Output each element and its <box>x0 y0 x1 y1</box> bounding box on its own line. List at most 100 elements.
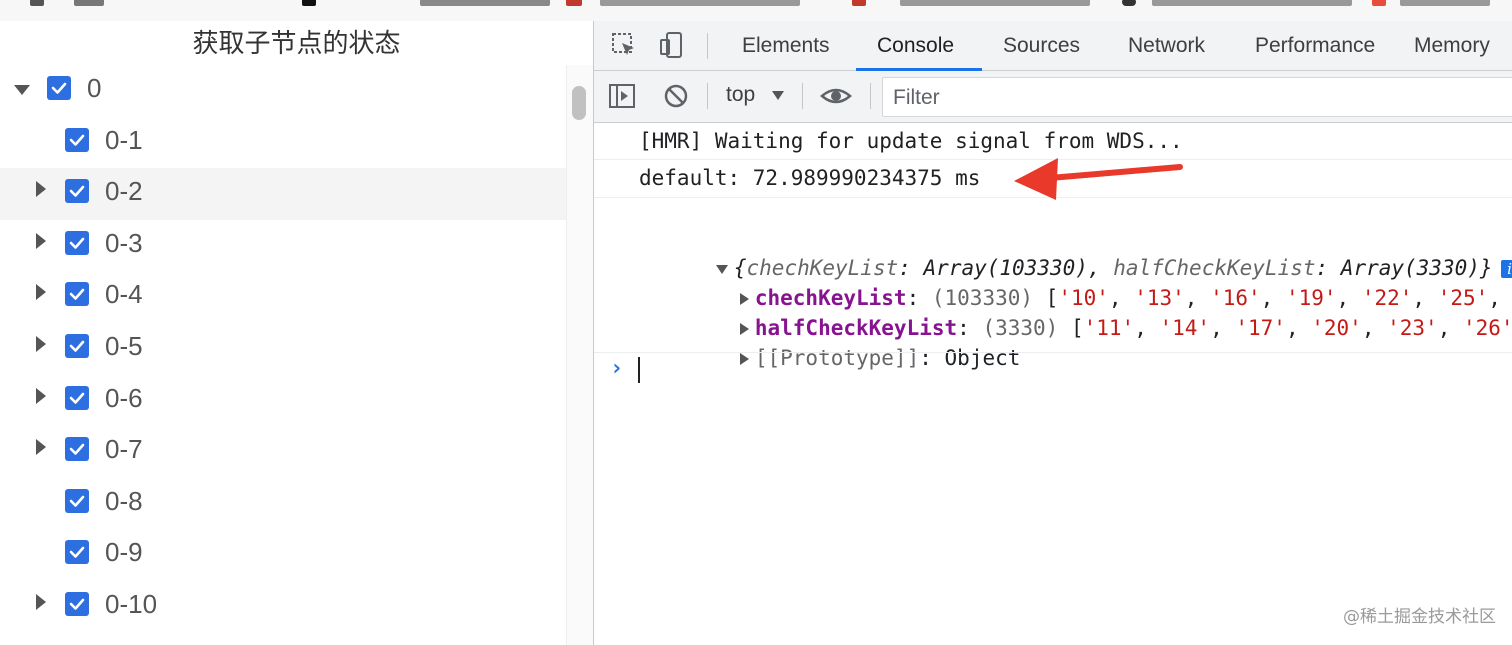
tree-node[interactable]: 0-3 <box>0 220 566 272</box>
browser-bookmarks-strip <box>0 0 1512 22</box>
tree-node[interactable]: 0 <box>0 65 566 117</box>
toolbar-divider <box>707 83 708 109</box>
filter-input[interactable] <box>891 84 1495 112</box>
tree-node[interactable]: 0-10 <box>0 581 566 633</box>
page-scrollbar-track[interactable] <box>566 65 593 645</box>
tree-node-label[interactable]: 0-10 <box>105 587 157 621</box>
check-icon <box>69 237 85 249</box>
node-checkbox[interactable] <box>65 179 89 204</box>
bookmark-fragment[interactable] <box>302 0 316 6</box>
tree-node[interactable]: 0-2 <box>0 168 566 221</box>
console-message-hmr: [HMR] Waiting for update signal from WDS… <box>639 129 1183 153</box>
caret-right-icon[interactable] <box>36 284 46 301</box>
node-checkbox[interactable] <box>47 76 71 100</box>
caret-right-icon[interactable] <box>36 232 46 249</box>
page-content: 获取子节点的状态 0 0-1 0-2 0-3 0-4 0-5 0-6 0-7 0-8 0-9 0-1… <box>0 21 593 645</box>
array-values: '11', '14', '17', '20', '23', '26' <box>1083 316 1512 340</box>
tree-node[interactable]: 0-6 <box>0 375 566 427</box>
array-value: '26' <box>1462 316 1512 340</box>
tab-network[interactable]: Network <box>1128 34 1205 58</box>
bookmark-fragment[interactable] <box>1122 0 1136 6</box>
bookmark-fragment[interactable] <box>566 0 582 6</box>
array-value: '17' <box>1235 316 1286 340</box>
tree-node-label[interactable]: 0-1 <box>105 123 143 157</box>
node-checkbox[interactable] <box>65 385 89 410</box>
tree-node[interactable]: 0-8 <box>0 478 566 530</box>
tree-node-label[interactable]: 0-4 <box>105 277 143 311</box>
check-icon <box>69 495 85 507</box>
console-prompt-chevron-icon: › <box>610 356 624 381</box>
array-value: '20' <box>1311 316 1362 340</box>
clear-console-icon[interactable] <box>662 82 690 110</box>
caret-right-icon[interactable] <box>36 594 46 610</box>
bookmark-fragment[interactable] <box>1400 0 1490 6</box>
tree-node[interactable]: 0-5 <box>0 323 566 375</box>
tab-elements[interactable]: Elements <box>742 34 830 58</box>
bookmark-fragment[interactable] <box>600 0 800 6</box>
bookmark-fragment[interactable] <box>420 0 550 6</box>
annotation-arrow-icon <box>1014 158 1183 200</box>
caret-right-icon[interactable] <box>36 439 46 456</box>
bookmark-fragment[interactable] <box>1152 0 1352 6</box>
array-value: '23' <box>1387 316 1438 340</box>
tree-node[interactable]: 0-4 <box>0 271 566 323</box>
tree-node-label[interactable]: 0-8 <box>105 484 143 518</box>
caret-right-icon[interactable] <box>36 387 46 404</box>
page-title: 获取子节点的状态 <box>192 28 401 58</box>
check-icon <box>69 340 85 352</box>
console-property-prototype[interactable]: [[Prototype]]: Object <box>664 322 1020 394</box>
tree-node-label[interactable]: 0-9 <box>105 535 143 569</box>
tree-node[interactable]: 0-7 <box>0 426 566 478</box>
tab-sources[interactable]: Sources <box>1003 34 1080 58</box>
console-message-timer: default: 72.989990234375 ms <box>639 166 981 190</box>
expand-caret-icon[interactable] <box>739 353 749 365</box>
devtools-panel: Elements Console Sources Network Perform… <box>593 21 1512 645</box>
toolbar-divider <box>870 83 871 109</box>
bookmark-fragment[interactable] <box>900 0 1090 6</box>
node-checkbox[interactable] <box>65 540 89 565</box>
tab-performance[interactable]: Performance <box>1255 34 1375 58</box>
tree-node-label[interactable]: 0-2 <box>105 174 143 208</box>
filter-box <box>882 77 1512 117</box>
node-checkbox[interactable] <box>65 230 89 255</box>
node-checkbox[interactable] <box>65 334 89 358</box>
node-checkbox[interactable] <box>65 488 89 513</box>
bookmark-fragment[interactable] <box>30 0 44 6</box>
tree-node-label[interactable]: 0-5 <box>105 329 143 363</box>
bookmark-fragment[interactable] <box>852 0 866 6</box>
check-icon <box>69 289 85 301</box>
check-icon <box>69 392 85 404</box>
tab-console[interactable]: Console <box>877 34 954 58</box>
check-icon <box>69 547 85 559</box>
device-toolbar-icon[interactable] <box>658 31 686 59</box>
chevron-down-icon[interactable] <box>772 91 784 100</box>
inspect-element-icon[interactable] <box>610 31 638 59</box>
check-icon <box>69 134 85 146</box>
node-checkbox[interactable] <box>65 437 89 462</box>
node-checkbox[interactable] <box>65 282 89 307</box>
node-checkbox[interactable] <box>65 592 89 616</box>
tree-node-label[interactable]: 0-3 <box>105 226 143 260</box>
console-row-divider <box>594 352 1512 353</box>
caret-right-icon[interactable] <box>36 181 46 198</box>
check-icon <box>69 185 85 197</box>
tree-node[interactable]: 0-9 <box>0 529 566 581</box>
context-selector[interactable]: top <box>726 83 755 107</box>
tree-node-label[interactable]: 0-6 <box>105 381 143 415</box>
console-sidebar-icon[interactable] <box>608 82 636 110</box>
caret-right-icon[interactable] <box>36 336 46 352</box>
toolbar-divider <box>707 33 708 59</box>
tree-node-label[interactable]: 0 <box>87 71 101 105</box>
caret-down-icon[interactable] <box>14 85 30 95</box>
tab-memory[interactable]: Memory <box>1414 34 1490 58</box>
node-checkbox[interactable] <box>65 127 89 152</box>
tree-node[interactable]: 0-1 <box>0 117 566 169</box>
tree-node-label[interactable]: 0-7 <box>105 432 143 466</box>
page-scrollbar-thumb[interactable] <box>572 86 586 120</box>
bookmark-fragment[interactable] <box>1372 0 1386 6</box>
live-expression-eye-icon[interactable] <box>820 82 852 110</box>
console-input-cursor[interactable] <box>638 357 640 383</box>
bookmark-fragment[interactable] <box>74 0 104 6</box>
check-icon <box>69 443 85 455</box>
array-value: '11' <box>1083 316 1135 340</box>
